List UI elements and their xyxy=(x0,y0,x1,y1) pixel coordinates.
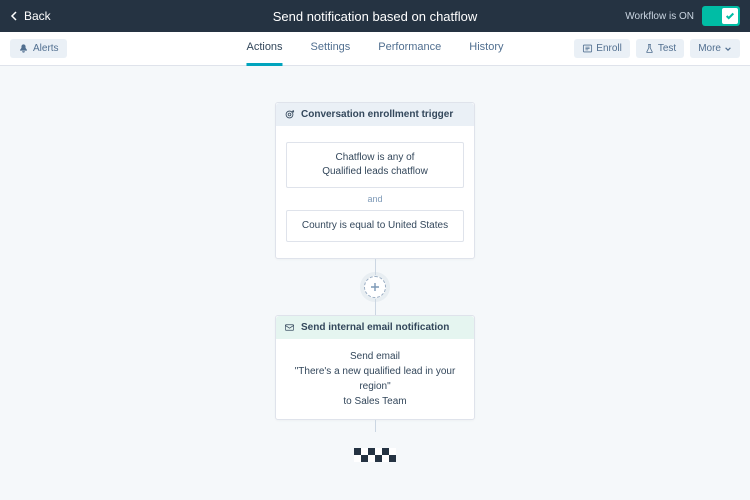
workflow-status-label: Workflow is ON xyxy=(625,11,694,22)
check-icon xyxy=(725,11,735,21)
back-label: Back xyxy=(24,9,51,23)
cond1-line1: Chatflow is any of xyxy=(293,151,457,165)
trigger-card-body: Chatflow is any of Qualified leads chatf… xyxy=(276,126,474,258)
top-bar: Back Send notification based on chatflow… xyxy=(0,0,750,32)
cond2-text: Country is equal to United States xyxy=(302,220,448,231)
right-actions: Enroll Test More xyxy=(574,39,740,58)
enroll-icon xyxy=(582,43,593,54)
flask-icon xyxy=(644,43,655,54)
connector-line xyxy=(375,259,376,275)
and-label: and xyxy=(286,194,464,204)
tab-actions[interactable]: Actions xyxy=(246,31,282,66)
bell-icon xyxy=(18,43,29,54)
trigger-condition-1[interactable]: Chatflow is any of Qualified leads chatf… xyxy=(286,142,464,188)
page-title: Send notification based on chatflow xyxy=(273,9,478,24)
trigger-card[interactable]: Conversation enrollment trigger Chatflow… xyxy=(275,102,475,259)
target-icon xyxy=(284,109,295,120)
end-marker xyxy=(354,448,396,462)
more-button[interactable]: More xyxy=(690,39,740,58)
workflow-toggle[interactable] xyxy=(702,6,740,26)
back-button[interactable]: Back xyxy=(10,9,51,23)
action-card[interactable]: Send internal email notification Send em… xyxy=(275,315,475,420)
action-line2: "There's a new qualified lead in your re… xyxy=(286,364,464,394)
trigger-condition-2[interactable]: Country is equal to United States xyxy=(286,210,464,242)
tab-settings[interactable]: Settings xyxy=(311,31,351,66)
chevron-left-icon xyxy=(10,11,20,21)
action-card-body: Send email "There's a new qualified lead… xyxy=(276,339,474,419)
enroll-button[interactable]: Enroll xyxy=(574,39,630,58)
test-button[interactable]: Test xyxy=(636,39,684,58)
trigger-card-header: Conversation enrollment trigger xyxy=(276,103,474,126)
action-line1: Send email xyxy=(286,349,464,364)
add-action-button[interactable] xyxy=(364,276,386,298)
nav-tabs: Actions Settings Performance History xyxy=(246,31,503,66)
chevron-down-icon xyxy=(724,45,732,53)
alerts-label: Alerts xyxy=(33,43,59,54)
action-header-label: Send internal email notification xyxy=(301,322,449,333)
toggle-knob xyxy=(722,8,738,24)
alerts-button[interactable]: Alerts xyxy=(10,39,67,58)
enroll-label: Enroll xyxy=(596,43,622,54)
action-line3: to Sales Team xyxy=(286,394,464,409)
action-card-header: Send internal email notification xyxy=(276,316,474,339)
tab-performance[interactable]: Performance xyxy=(378,31,441,66)
workflow-canvas: Conversation enrollment trigger Chatflow… xyxy=(0,66,750,500)
tab-history[interactable]: History xyxy=(469,31,503,66)
envelope-icon xyxy=(284,322,295,333)
more-label: More xyxy=(698,43,721,54)
cond1-line2: Qualified leads chatflow xyxy=(293,165,457,179)
connector-line xyxy=(375,299,376,315)
plus-icon xyxy=(370,282,380,292)
trigger-header-label: Conversation enrollment trigger xyxy=(301,109,453,120)
connector-line xyxy=(375,420,376,432)
top-right: Workflow is ON xyxy=(625,6,740,26)
test-label: Test xyxy=(658,43,676,54)
toolbar: Alerts Actions Settings Performance Hist… xyxy=(0,32,750,66)
